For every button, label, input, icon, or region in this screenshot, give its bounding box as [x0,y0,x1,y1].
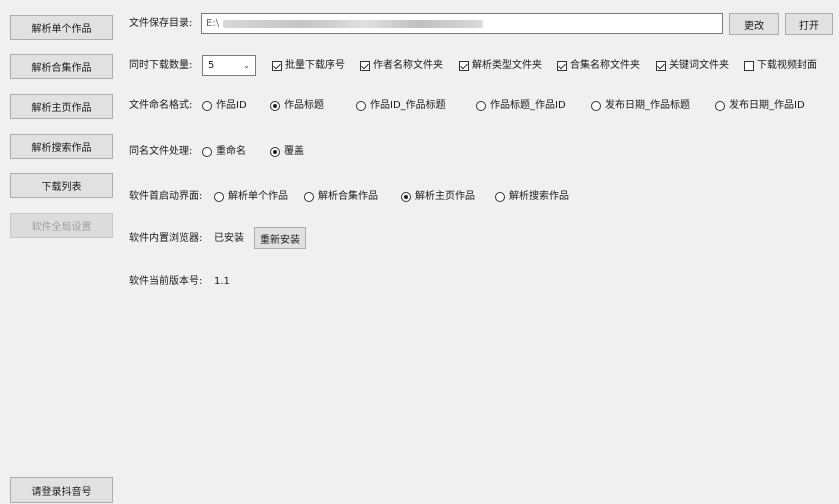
checkbox-label: 作者名称文件夹 [373,60,443,71]
radio-naming-date-title[interactable]: 发布日期_作品标题 [591,99,690,113]
checkbox-batch-index[interactable]: 批量下载序号 [272,59,345,73]
radio-naming-id-title[interactable]: 作品ID_作品标题 [356,99,446,113]
change-dir-button[interactable]: 更改 [729,13,779,35]
checkbox-icon [272,61,282,71]
checkbox-icon [360,61,370,71]
save-dir-label: 文件保存目录: [129,18,193,29]
duplicate-label: 同名文件处理: [129,146,193,157]
checkbox-icon [557,61,567,71]
save-dir-value: E:\ [206,18,220,29]
checkbox-icon [744,61,754,71]
concurrent-value: 5 [208,60,215,71]
version-value: 1.1 [214,276,230,287]
radio-icon [202,147,212,157]
open-dir-button[interactable]: 打开 [785,13,833,35]
checkbox-label: 下载视频封面 [757,60,817,71]
checkbox-icon [656,61,666,71]
radio-label: 发布日期_作品ID [729,100,805,111]
sidebar-item-parse-single[interactable]: 解析单个作品 [10,15,113,40]
checkbox-label: 批量下载序号 [285,60,345,71]
radio-naming-title-id[interactable]: 作品标题_作品ID [476,99,566,113]
browser-status: 已安装 [214,233,244,244]
sidebar-item-parse-collection[interactable]: 解析合集作品 [10,54,113,79]
checkbox-keyword-folder[interactable]: 关键词文件夹 [656,59,729,73]
radio-label: 解析单个作品 [228,191,288,202]
radio-label: 作品标题_作品ID [490,100,566,111]
radio-startup-collection[interactable]: 解析合集作品 [304,190,378,204]
radio-icon [270,147,280,157]
radio-startup-single[interactable]: 解析单个作品 [214,190,288,204]
checkbox-author-folder[interactable]: 作者名称文件夹 [360,59,443,73]
radio-naming-title[interactable]: 作品标题 [270,99,324,113]
radio-label: 重命名 [216,146,246,157]
radio-label: 作品标题 [284,100,324,111]
save-dir-input[interactable]: E:\ [201,13,723,34]
radio-label: 作品ID [216,100,247,111]
sidebar-item-parse-search[interactable]: 解析搜索作品 [10,134,113,159]
sidebar-item-download-list[interactable]: 下载列表 [10,173,113,198]
login-button[interactable]: 请登录抖音号 [10,477,113,503]
browser-label: 软件内置浏览器: [129,233,203,244]
radio-naming-id[interactable]: 作品ID [202,99,247,113]
concurrent-label: 同时下载数量: [129,60,193,71]
radio-startup-search[interactable]: 解析搜索作品 [495,190,569,204]
radio-icon [214,192,224,202]
naming-label: 文件命名格式: [129,100,193,111]
radio-icon [401,192,411,202]
radio-icon [495,192,505,202]
checkbox-collection-folder[interactable]: 合集名称文件夹 [557,59,640,73]
radio-naming-date-id[interactable]: 发布日期_作品ID [715,99,805,113]
radio-icon [202,101,212,111]
radio-duplicate-rename[interactable]: 重命名 [202,145,246,159]
radio-startup-homepage[interactable]: 解析主页作品 [401,190,475,204]
radio-label: 作品ID_作品标题 [370,100,446,111]
reinstall-browser-button[interactable]: 重新安装 [254,227,306,249]
radio-icon [304,192,314,202]
radio-label: 解析主页作品 [415,191,475,202]
redacted-path [223,19,484,28]
checkbox-icon [459,61,469,71]
checkbox-label: 关键词文件夹 [669,60,729,71]
sidebar-item-global-settings: 软件全局设置 [10,213,113,238]
radio-label: 解析合集作品 [318,191,378,202]
radio-icon [270,101,280,111]
sidebar-item-parse-homepage[interactable]: 解析主页作品 [10,94,113,119]
startup-label: 软件首启动界面: [129,191,203,202]
checkbox-type-folder[interactable]: 解析类型文件夹 [459,59,542,73]
concurrent-select[interactable]: 5 ⌄ [202,55,256,76]
radio-label: 覆盖 [284,146,304,157]
checkbox-video-cover[interactable]: 下载视频封面 [744,59,817,73]
radio-label: 发布日期_作品标题 [605,100,690,111]
radio-icon [591,101,601,111]
radio-duplicate-overwrite[interactable]: 覆盖 [270,145,304,159]
radio-icon [715,101,725,111]
version-label: 软件当前版本号: [129,276,203,287]
radio-icon [356,101,366,111]
checkbox-label: 合集名称文件夹 [570,60,640,71]
chevron-down-icon: ⌄ [243,61,250,70]
checkbox-label: 解析类型文件夹 [472,60,542,71]
radio-icon [476,101,486,111]
radio-label: 解析搜索作品 [509,191,569,202]
